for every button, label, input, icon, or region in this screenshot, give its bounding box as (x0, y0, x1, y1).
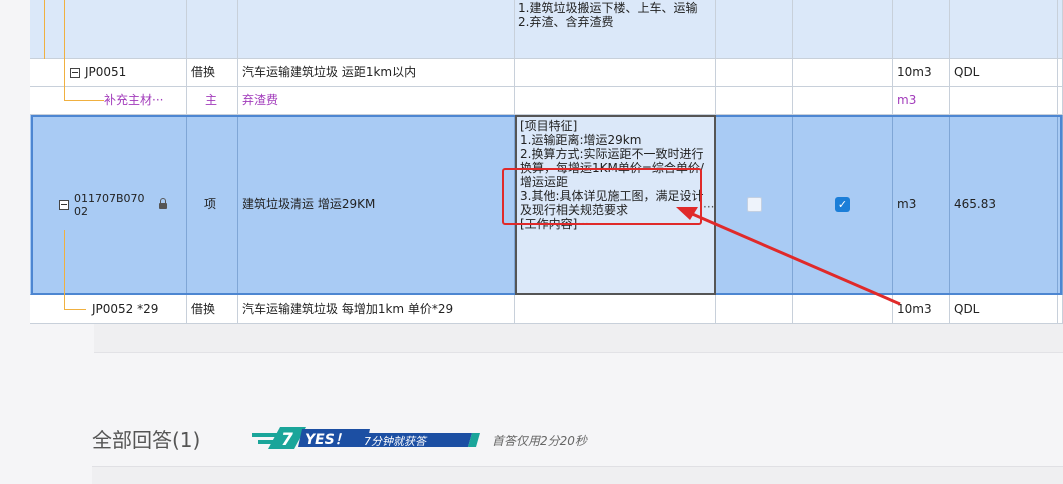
item-code-line-2: 02 (74, 204, 88, 218)
item-unit: m3 (893, 87, 950, 115)
answer-card (92, 466, 1063, 484)
item-code-line-1: 011707B070 (74, 191, 145, 205)
tree-line (44, 0, 45, 59)
item-quantity: QDL (950, 59, 1058, 87)
table-row[interactable]: JP0051 借换 汽车运输建筑垃圾 运距1km以内 10m3 QDL (30, 59, 1063, 87)
item-unit: 10m3 (893, 59, 950, 87)
item-name: 建筑垃圾清运 增运29KM (238, 115, 515, 295)
first-answer-time: 首答仅用2分20秒 (492, 434, 587, 448)
item-name: 汽车运输建筑垃圾 运距1km以内 (238, 59, 515, 87)
item-unit: m3 (893, 115, 950, 295)
badge-tail-text: 7分钟就获答 (364, 435, 428, 448)
checkbox-checked[interactable]: ✓ (835, 197, 850, 212)
item-code: 011707B070 02 (74, 192, 145, 218)
item-unit: 10m3 (893, 295, 950, 324)
item-name: 汽车运输建筑垃圾 每增加1km 单价*29 (238, 295, 515, 324)
item-name: 弃渣费 (238, 87, 515, 115)
more-button[interactable]: ··· (703, 200, 714, 214)
badge-yes-text: YES！ (305, 432, 349, 448)
content-card (94, 324, 1063, 353)
item-quantity: 465.83 (950, 115, 1058, 295)
table-row[interactable]: 补充主材··· 主 弃渣费 m3 (30, 87, 1063, 115)
item-category: 主 (187, 87, 238, 115)
table-row[interactable]: JP0052 *29 借换 汽车运输建筑垃圾 每增加1km 单价*29 10m3… (30, 295, 1063, 324)
tree-line (64, 309, 86, 310)
tree-line (64, 230, 65, 310)
quick-answer-badge: 7 YES！ 7分钟就获答 (252, 427, 480, 450)
collapse-toggle-icon[interactable] (70, 67, 80, 78)
item-code: JP0051 (85, 65, 127, 79)
tree-line (64, 0, 65, 101)
item-quantity: QDL (950, 295, 1058, 324)
checkbox-unchecked[interactable] (746, 197, 762, 212)
item-features: 1.建筑垃圾搬运下楼、上车、运输 2.弃渣、含弃渣费 (518, 1, 698, 29)
annotation-highlight-box (502, 168, 702, 225)
item-code: 补充主材··· (30, 87, 187, 115)
collapse-toggle-icon[interactable] (59, 199, 69, 210)
table-row[interactable]: 1.建筑垃圾搬运下楼、上车、运输 2.弃渣、含弃渣费 (30, 0, 1063, 59)
badge-number: 7 (281, 430, 293, 450)
answers-heading: 全部回答(1) (92, 428, 201, 452)
tree-line (64, 100, 104, 101)
lock-icon (158, 198, 167, 209)
item-code: JP0052 *29 (30, 295, 187, 324)
item-category: 借换 (187, 59, 238, 87)
item-category: 借换 (187, 295, 238, 324)
item-category: 项 (187, 115, 238, 295)
